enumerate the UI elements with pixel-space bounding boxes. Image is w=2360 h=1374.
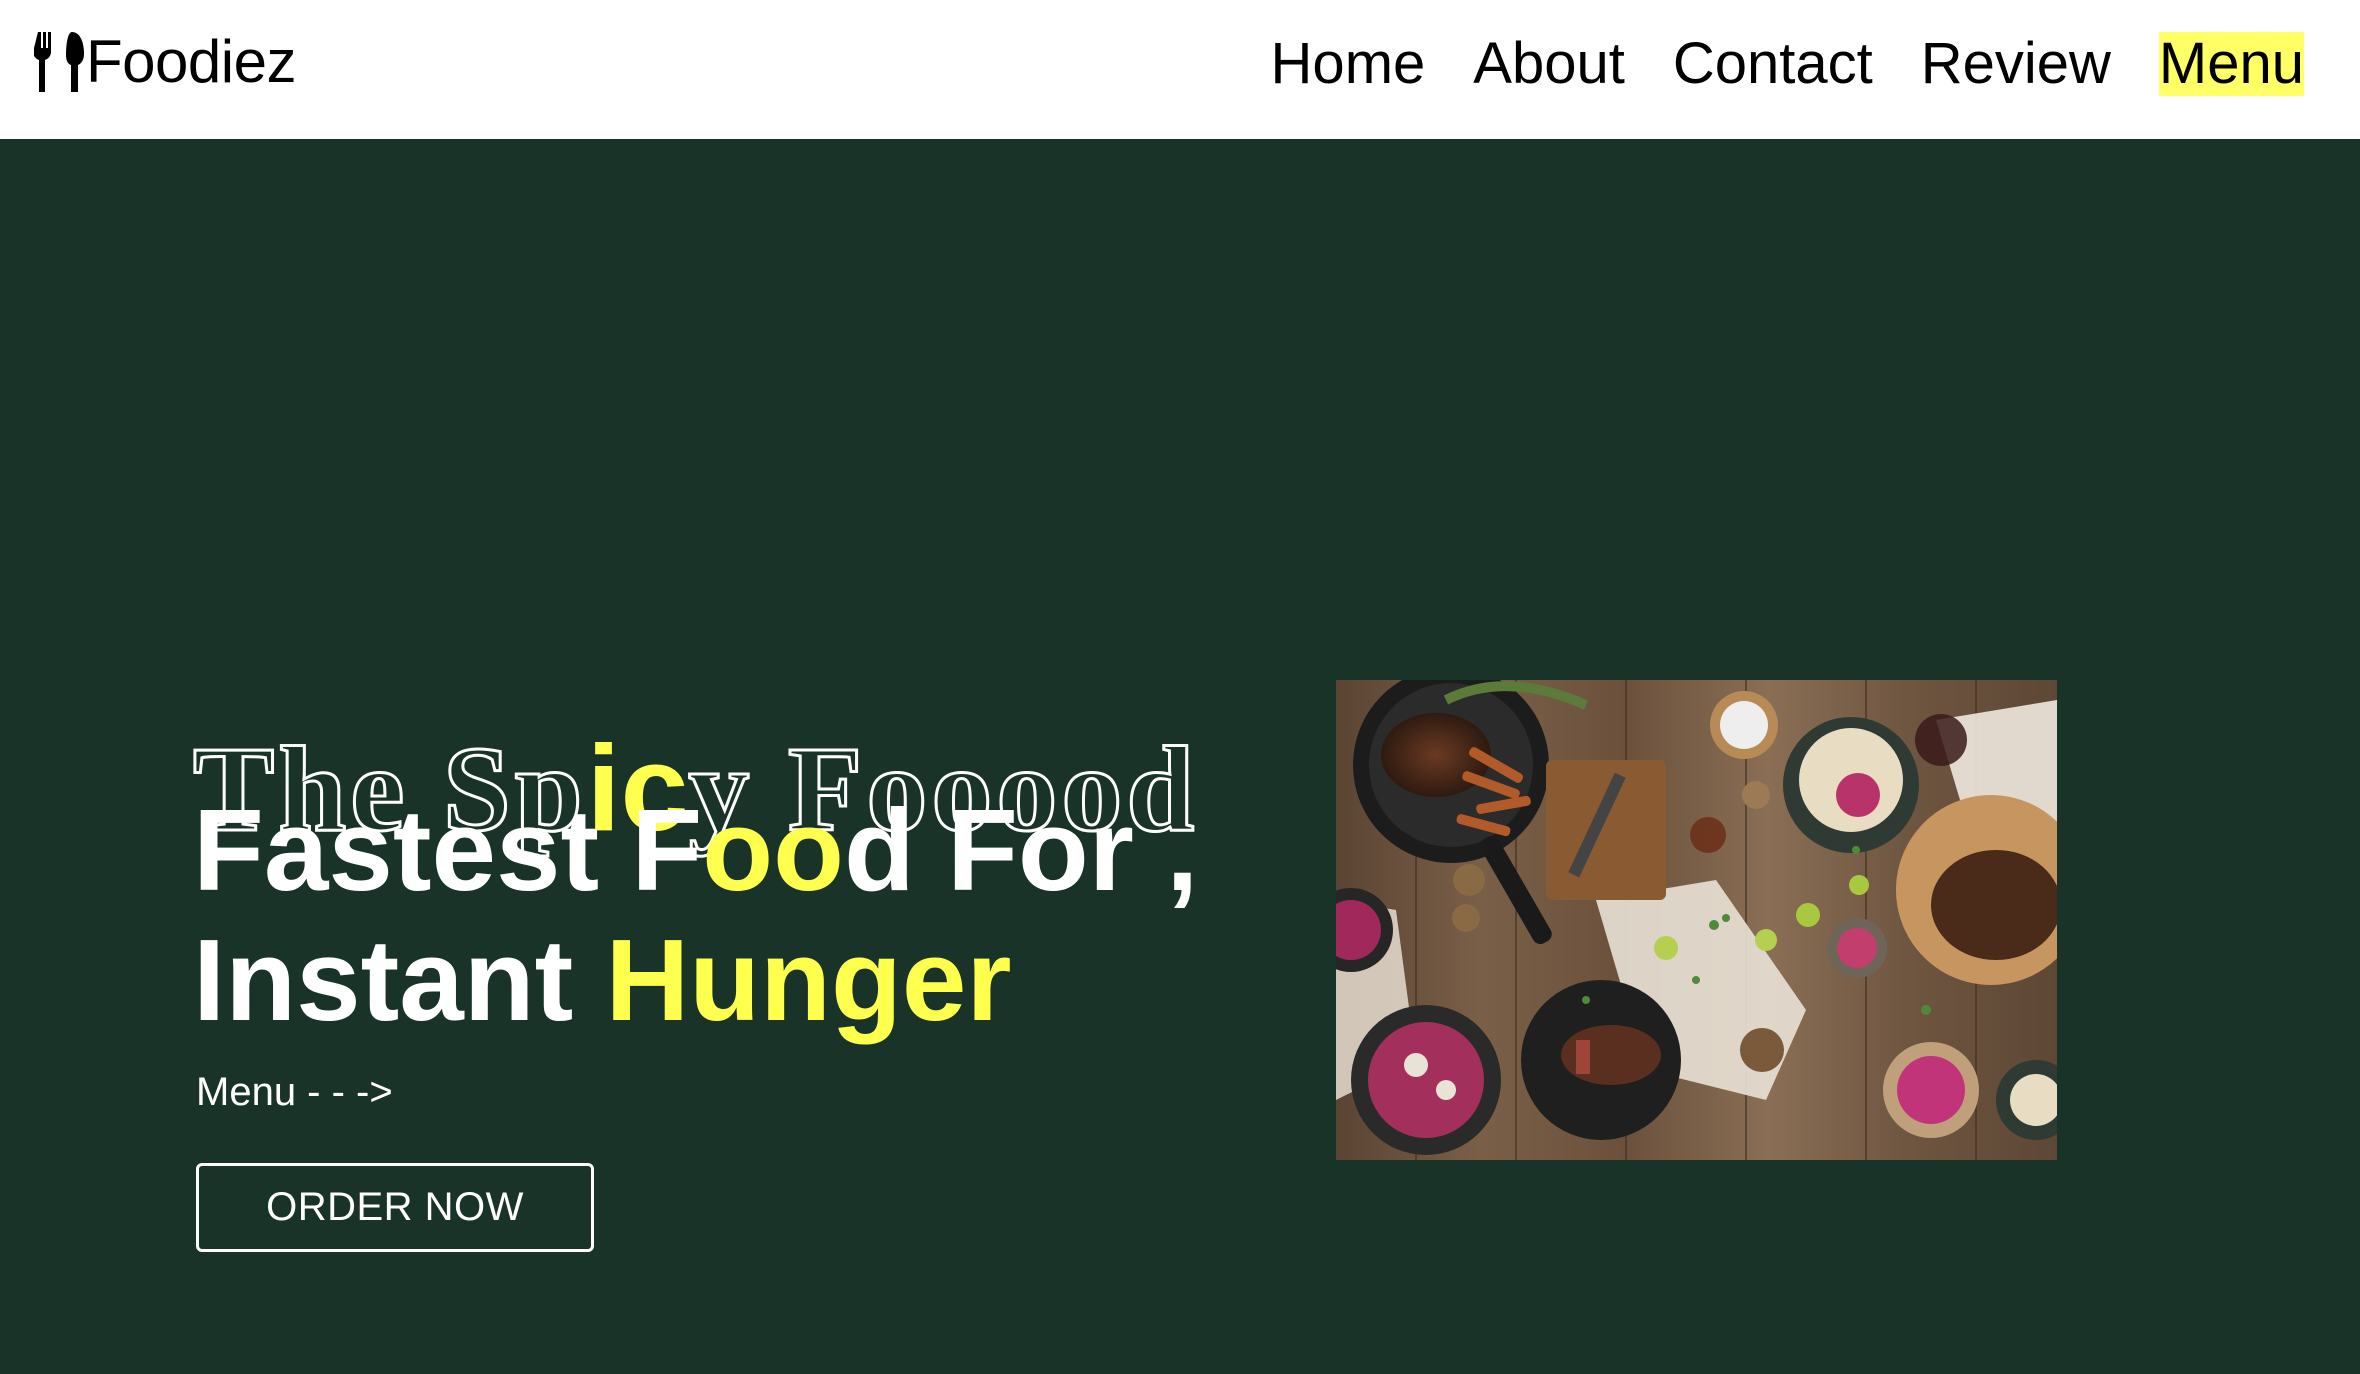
headline-2-highlight: Hunger [605,915,1012,1045]
nav-link-about[interactable]: About [1473,32,1625,96]
headline-1-part-1: Fastest F [193,785,703,915]
brand-logo-link[interactable]: Foodiez [34,30,296,94]
headline-line-1: Fastest Food For , [193,785,1198,915]
main-nav: Home About Contact Review Menu [1271,32,2304,96]
headline-1-highlight: oo [702,785,844,915]
order-now-button[interactable]: ORDER NOW [196,1163,594,1252]
headline-line-2: Instant Hunger [193,915,1011,1045]
top-nav-bar: Foodiez Home About Contact Review Menu [0,0,2360,139]
nav-link-review[interactable]: Review [1921,32,2111,96]
nav-link-home[interactable]: Home [1271,32,1426,96]
menu-link[interactable]: Menu - - -> [196,1068,393,1116]
headline-1-part-3: d For , [843,785,1199,915]
headline-2-part-1: Instant [193,915,606,1045]
nav-link-contact[interactable]: Contact [1673,32,1873,96]
brand-name: Foodiez [86,28,296,95]
food-table-photo [1336,680,2057,1160]
fork-knife-icon [34,30,86,94]
nav-link-menu[interactable]: Menu [2158,32,2304,96]
